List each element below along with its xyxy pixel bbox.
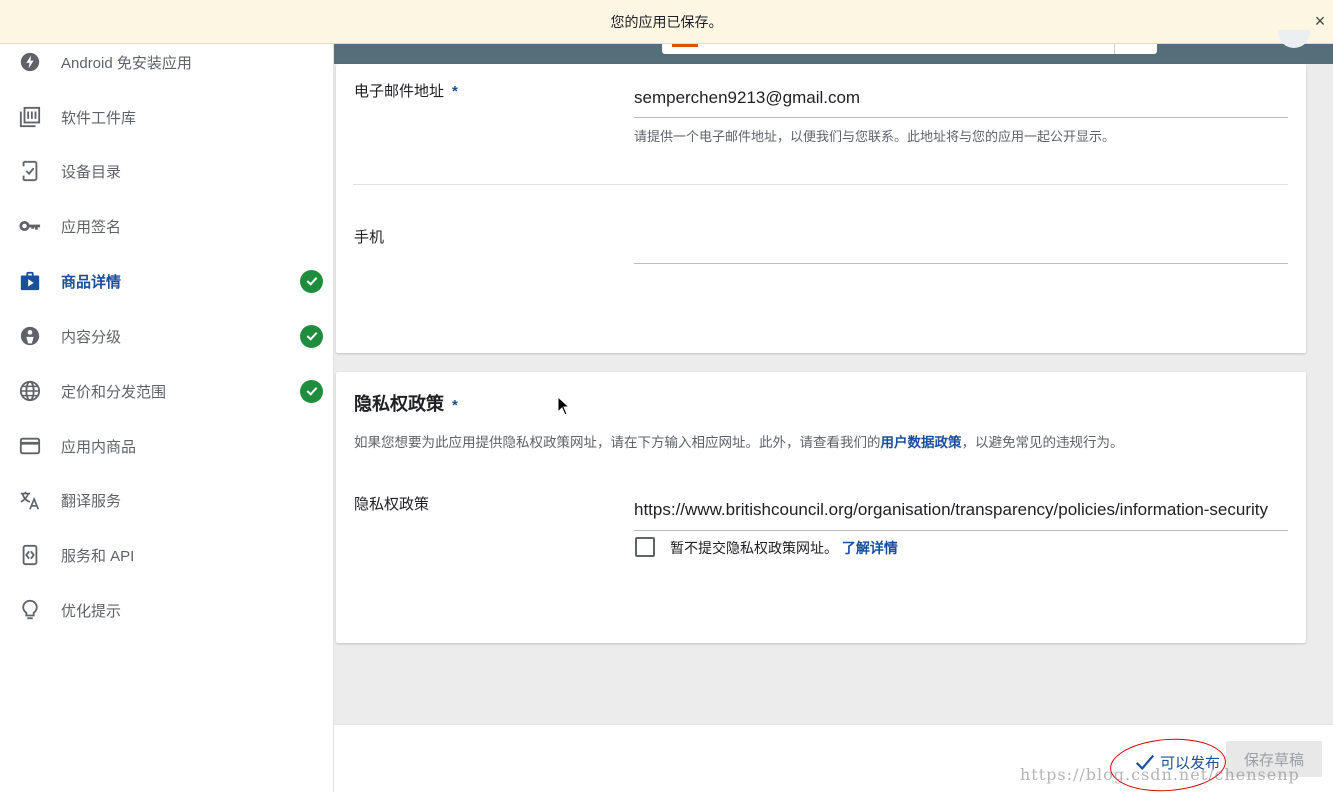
privacy-title-text: 隐私权政策 <box>354 394 444 414</box>
sidebar-item-label: 服务和 API <box>61 547 135 565</box>
privacy-url-input[interactable]: https://www.britishcouncil.org/organisat… <box>634 500 1288 520</box>
sidebar: Android 免安装应用 软件工件库 设备目录 应用签名 商品详情 内容分级 <box>0 44 334 792</box>
sidebar-item-optimization-tips[interactable]: 优化提示 <box>0 590 334 630</box>
sidebar-item-app-signing[interactable]: 应用签名 <box>0 206 334 246</box>
sidebar-item-label: 应用内商品 <box>61 438 137 456</box>
lightbulb-icon <box>18 598 42 622</box>
email-label-text: 电子邮件地址 <box>354 83 445 100</box>
check-circle-icon <box>300 379 323 403</box>
close-icon[interactable]: × <box>1311 12 1329 30</box>
credit-card-icon <box>18 434 42 458</box>
sidebar-item-label: 内容分级 <box>61 328 122 346</box>
email-underline <box>634 117 1288 118</box>
key-icon <box>18 214 42 238</box>
sidebar-item-label: 商品详情 <box>61 273 122 291</box>
privacy-section-title: 隐私权政策 * <box>354 390 458 416</box>
store-listing-icon <box>18 269 42 293</box>
header-status-chip[interactable] <box>662 44 1157 54</box>
watermark: https://blog.csdn.net/chensenp <box>1020 765 1300 784</box>
translate-icon <box>18 488 42 512</box>
required-mark: * <box>452 397 458 414</box>
sidebar-item-artifact-library[interactable]: 软件工件库 <box>0 97 334 137</box>
phone-field[interactable] <box>634 232 1284 260</box>
required-mark: * <box>452 83 458 100</box>
sidebar-item-label: 设备目录 <box>61 163 122 181</box>
sidebar-item-content-rating[interactable]: 内容分级 <box>0 316 334 356</box>
sidebar-item-label: Android 免安装应用 <box>61 54 192 72</box>
contact-details-card: 电子邮件地址 * semperchen9213@gmail.com 请提供一个电子… <box>336 64 1306 353</box>
privacy-url-underline <box>634 530 1288 531</box>
check-circle-icon <box>300 324 323 348</box>
privacy-description: 如果您想要为此应用提供隐私权政策网址，请在下方输入相应网址。此外，请查看我们的用… <box>354 431 1124 451</box>
saved-toast: 您的应用已保存。 × <box>0 0 1333 44</box>
library-icon <box>18 105 42 129</box>
footer-bar: 可以发布 保存草稿 https://blog.csdn.net/chensenp <box>334 724 1333 792</box>
content-rating-icon <box>18 324 42 348</box>
sidebar-item-label: 应用签名 <box>61 218 122 236</box>
sidebar-item-instant-apps[interactable]: Android 免安装应用 <box>0 42 334 82</box>
sidebar-item-in-app-products[interactable]: 应用内商品 <box>0 426 334 466</box>
sidebar-item-pricing-distribution[interactable]: 定价和分发范围 <box>0 371 334 411</box>
status-color-bar <box>672 44 698 47</box>
android-instant-icon <box>18 50 42 74</box>
chip-divider <box>1114 44 1115 54</box>
sidebar-item-label: 优化提示 <box>61 602 122 620</box>
phone-underline <box>634 263 1288 264</box>
mouse-pointer-icon <box>557 396 571 416</box>
privacy-url-label: 隐私权政策 <box>354 496 430 513</box>
email-field[interactable]: semperchen9213@gmail.com <box>634 88 1284 108</box>
checkbox-label-text: 暂不提交隐私权政策网址。 <box>670 540 838 556</box>
privacy-policy-card: 隐私权政策 * 如果您想要为此应用提供隐私权政策网址，请在下方输入相应网址。此外，… <box>336 372 1306 643</box>
phone-label: 手机 <box>354 229 385 246</box>
sidebar-item-label: 定价和分发范围 <box>61 383 167 401</box>
toast-message: 您的应用已保存。 <box>610 13 723 30</box>
privacy-desc-text: 如果您想要为此应用提供隐私权政策网址，请在下方输入相应网址。此外，请查看我们的 <box>354 435 881 450</box>
sidebar-item-services-api[interactable]: 服务和 API <box>0 535 334 575</box>
learn-more-link[interactable]: 了解详情 <box>842 540 898 556</box>
sidebar-item-label: 翻译服务 <box>61 492 122 510</box>
skip-privacy-url-label: 暂不提交隐私权政策网址。 了解详情 <box>670 538 898 558</box>
api-icon <box>18 543 42 567</box>
user-data-policy-link[interactable]: 用户数据政策 <box>881 435 962 450</box>
sidebar-item-store-listing[interactable]: 商品详情 <box>0 261 334 301</box>
privacy-desc-text-end: ，以避免常见的违规行为。 <box>961 435 1124 450</box>
sidebar-item-label: 软件工件库 <box>61 109 137 127</box>
globe-icon <box>18 379 42 403</box>
email-helper-text: 请提供一个电子邮件地址，以便我们与您联系。此地址将与您的应用一起公开显示。 <box>634 129 1116 144</box>
skip-privacy-url-checkbox[interactable] <box>635 537 655 557</box>
check-circle-icon <box>300 269 323 293</box>
device-catalog-icon <box>18 159 42 183</box>
section-divider <box>353 184 1288 185</box>
sidebar-item-device-catalog[interactable]: 设备目录 <box>0 151 334 191</box>
sidebar-item-translation[interactable]: 翻译服务 <box>0 480 334 520</box>
email-label: 电子邮件地址 * <box>354 80 458 101</box>
